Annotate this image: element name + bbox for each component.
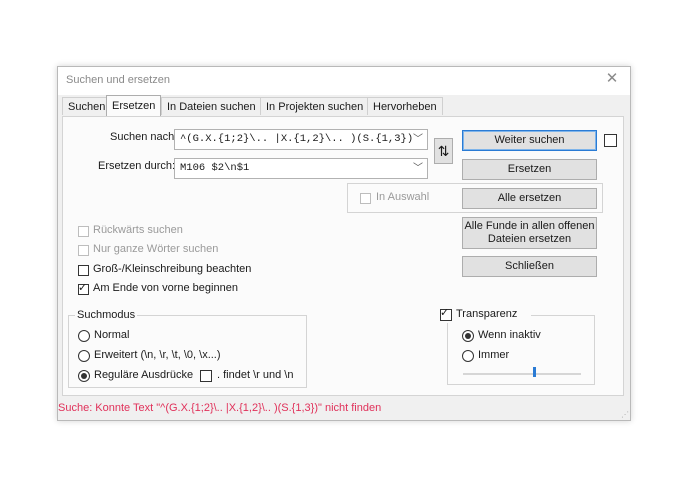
regex-radio[interactable] — [78, 370, 90, 382]
dot-newline-checkbox[interactable] — [200, 370, 212, 382]
regex-label: Reguläre Ausdrücke — [94, 369, 194, 381]
transparency-checkbox[interactable]: ✓ — [440, 307, 452, 321]
always-radio[interactable] — [462, 350, 474, 362]
replace-all-open-docs-button[interactable]: Alle Funde in allen offenen Dateien erse… — [462, 217, 597, 249]
normal-radio[interactable] — [78, 330, 90, 342]
chevron-down-icon[interactable]: ﹀ — [413, 159, 423, 178]
always-label: Immer — [478, 349, 510, 361]
transparency-label: Transparenz — [456, 308, 518, 320]
transparency-slider-thumb[interactable] — [532, 367, 536, 377]
tab-hervorheben[interactable]: Hervorheben — [367, 97, 443, 115]
when-inactive-radio[interactable] — [462, 330, 474, 342]
find-replace-dialog: Suchen und ersetzen ✕ Suchen Ersetzen In… — [57, 66, 631, 421]
replace-all-button[interactable]: Alle ersetzen — [462, 188, 597, 209]
tab-in-projekten-suchen[interactable]: In Projekten suchen — [260, 97, 370, 115]
in-selection-checkbox[interactable] — [360, 193, 371, 204]
close-icon[interactable]: ✕ — [604, 70, 620, 88]
whole-words-label: Nur ganze Wörter suchen — [93, 243, 219, 255]
search-mode-title: Suchmodus — [75, 309, 138, 321]
close-button[interactable]: Schließen — [462, 256, 597, 277]
replace-value: M106 $2\n$1 — [180, 162, 250, 174]
backward-checkbox[interactable] — [78, 226, 89, 237]
wrap-around-label: Am Ende von vorne beginnen — [93, 282, 238, 294]
transparency-slider-track[interactable] — [463, 373, 581, 375]
replace-panel: Suchen nach: ^(G.X.{1;2}\.. |X.{1,2}\.. … — [62, 116, 624, 396]
search-mode-group: Suchmodus Normal Erweitert (\n, \r, \t, … — [68, 309, 307, 388]
match-case-label: Groß-/Kleinschreibung beachten — [93, 263, 252, 275]
match-case-checkbox[interactable] — [78, 265, 89, 276]
find-combobox[interactable]: ^(G.X.{1;2}\.. |X.{1,2}\.. )(S.{1,3}) ﹀ — [174, 129, 428, 150]
backward-label: Rückwärts suchen — [93, 224, 183, 236]
whole-words-checkbox[interactable] — [78, 245, 89, 256]
tab-suchen[interactable]: Suchen — [62, 97, 112, 115]
extended-label: Erweitert (\n, \r, \t, \0, \x...) — [94, 349, 221, 361]
title-bar[interactable]: Suchen und ersetzen ✕ — [58, 67, 630, 95]
dot-newline-label: . findet \r und \n — [217, 369, 294, 381]
transparency-group: ✓ Transparenz Wenn inaktiv Immer — [440, 307, 595, 385]
replace-button[interactable]: Ersetzen — [462, 159, 597, 180]
swap-icon: ⇅ — [437, 143, 450, 159]
find-label: Suchen nach: — [110, 131, 178, 143]
tab-in-dateien-suchen[interactable]: In Dateien suchen — [161, 97, 262, 115]
wrap-around-checkbox[interactable]: ✓ — [78, 282, 89, 295]
find-next-option-checkbox[interactable] — [604, 134, 617, 147]
find-next-button[interactable]: Weiter suchen — [462, 130, 597, 151]
in-selection-label: In Auswahl — [376, 191, 430, 203]
when-inactive-label: Wenn inaktiv — [478, 329, 541, 341]
resize-grip-icon[interactable]: ⋰ — [621, 411, 629, 419]
replace-label: Ersetzen durch: — [98, 160, 176, 172]
tab-ersetzen[interactable]: Ersetzen — [106, 95, 162, 117]
transparency-header: ✓ Transparenz — [440, 307, 531, 323]
dialog-title: Suchen und ersetzen — [66, 74, 170, 86]
find-value: ^(G.X.{1;2}\.. |X.{1,2}\.. )(S.{1,3}) — [180, 133, 414, 145]
status-message: Suche: Konnte Text "^(G.X.{1;2}\.. |X.{1… — [58, 402, 382, 414]
swap-button[interactable]: ⇅ — [434, 138, 453, 164]
extended-radio[interactable] — [78, 350, 90, 362]
normal-label: Normal — [94, 329, 130, 341]
check-icon: ✓ — [440, 307, 450, 319]
replace-combobox[interactable]: M106 $2\n$1 ﹀ — [174, 158, 428, 179]
radio-selected-dot — [81, 373, 87, 379]
replace-all-open-docs-line1: Alle Funde in allen offenen — [464, 220, 595, 232]
replace-all-open-docs-line2: Dateien ersetzen — [487, 233, 572, 245]
radio-selected-dot — [465, 333, 471, 339]
chevron-down-icon[interactable]: ﹀ — [413, 130, 423, 149]
check-icon: ✓ — [78, 282, 88, 294]
